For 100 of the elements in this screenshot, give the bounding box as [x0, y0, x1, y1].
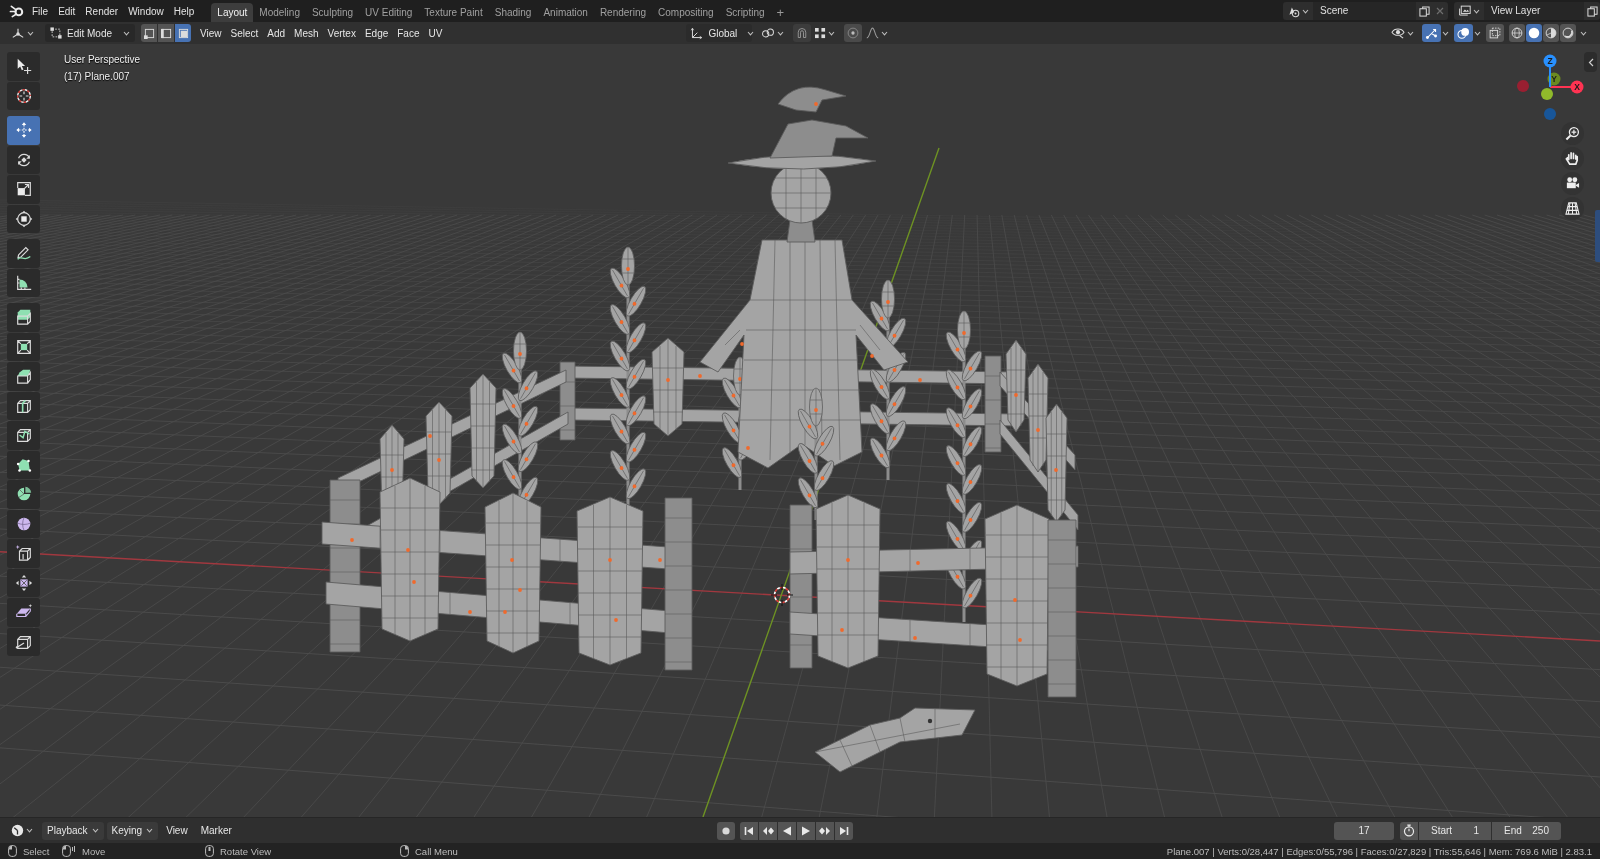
knife-cut-icon: [14, 426, 33, 445]
caret-icon: [1474, 30, 1481, 36]
view-layer-selector-button[interactable]: [1454, 2, 1484, 20]
navigation-button[interactable]: [1561, 122, 1584, 145]
tool-button[interactable]: [7, 81, 40, 110]
linked-rings-icon: [761, 27, 776, 39]
keyframe-back-icon: [762, 825, 775, 836]
rendered-sphere-icon: [1562, 27, 1574, 39]
workspace-tab[interactable]: Shading: [488, 3, 538, 22]
workspace-tab[interactable]: Compositing: [652, 3, 720, 22]
select-mode-button[interactable]: [158, 24, 174, 42]
scene-field[interactable]: Scene: [1313, 2, 1416, 20]
tool-button[interactable]: [7, 421, 40, 450]
shading-mode-button[interactable]: [1543, 24, 1559, 42]
tool-button[interactable]: [7, 204, 40, 233]
workspace-tab[interactable]: Scripting: [719, 3, 771, 22]
menu-item[interactable]: Add: [263, 25, 290, 41]
workspace-tab[interactable]: Rendering: [593, 3, 653, 22]
menu-item[interactable]: UV: [424, 25, 447, 41]
mouse-middle-click-icon: [205, 845, 214, 857]
axis-handle[interactable]: Y: [1547, 72, 1561, 88]
grid-dots-icon: [815, 27, 827, 39]
menu-dropdown[interactable]: Keying: [106, 821, 159, 840]
next-keyframe-button[interactable]: [816, 821, 835, 840]
play-button[interactable]: [797, 821, 816, 840]
logo-icon[interactable]: [9, 4, 24, 18]
jump-start-button[interactable]: [740, 821, 759, 840]
menu-item[interactable]: View: [161, 821, 193, 840]
menu-item[interactable]: Mesh: [290, 25, 323, 41]
3d-cursor-icon: [770, 583, 794, 607]
previous-keyframe-button[interactable]: [759, 821, 778, 840]
record-button[interactable]: [717, 821, 736, 840]
tool-button[interactable]: [7, 450, 40, 479]
tool-button[interactable]: [7, 303, 40, 332]
preview-range-button[interactable]: [1400, 821, 1418, 840]
menu-item[interactable]: Edge: [360, 25, 393, 41]
menu-item[interactable]: Window: [123, 3, 169, 19]
menu-item[interactable]: Help: [168, 3, 200, 19]
navigation-button[interactable]: [1561, 197, 1584, 220]
tool-button[interactable]: [7, 175, 40, 204]
menu-item[interactable]: Marker: [195, 821, 237, 840]
navigation-button[interactable]: [1561, 147, 1584, 170]
end-frame-field[interactable]: End 250: [1492, 821, 1561, 840]
tool-button[interactable]: [7, 568, 40, 597]
proportional-editing-button[interactable]: [844, 24, 863, 42]
tool-button[interactable]: [7, 391, 40, 420]
workspace-tab[interactable]: Modeling: [253, 3, 306, 22]
workspace-tab[interactable]: Animation: [537, 3, 594, 22]
menu-dropdown[interactable]: Playback: [42, 821, 104, 840]
tool-button[interactable]: [7, 598, 40, 627]
play-reverse-button[interactable]: [778, 821, 797, 840]
menu-item[interactable]: File: [27, 3, 54, 19]
menu-item[interactable]: Vertex: [323, 25, 360, 41]
menu-item[interactable]: Render: [80, 3, 124, 19]
tool-button[interactable]: [7, 627, 40, 656]
view-layer-field[interactable]: View Layer: [1484, 2, 1584, 20]
workspace-tab[interactable]: Layout: [211, 3, 254, 22]
menu-item[interactable]: Select: [226, 25, 263, 41]
tool-button[interactable]: [7, 52, 40, 81]
shading-mode-button[interactable]: [1560, 24, 1576, 42]
workspace-tab[interactable]: UV Editing: [359, 3, 419, 22]
mode-dropdown[interactable]: Edit Mode: [45, 24, 135, 42]
tool-button[interactable]: [7, 539, 40, 568]
workspace-tab[interactable]: Sculpting: [305, 3, 360, 22]
viewport-toggle-button[interactable]: [1454, 24, 1473, 42]
viewport-toggle-button[interactable]: [1486, 24, 1504, 42]
scene-selector-button[interactable]: [1283, 2, 1313, 20]
hint-label: Select: [23, 845, 50, 857]
tool-button[interactable]: [7, 480, 40, 509]
image-stack-icon: [1458, 5, 1471, 17]
tool-button[interactable]: [7, 268, 40, 297]
hint-label: Move: [82, 845, 106, 857]
start-frame-field[interactable]: Start 1: [1419, 821, 1491, 840]
axis-handle[interactable]: [1517, 80, 1529, 92]
add-workspace-button[interactable]: +: [770, 3, 791, 22]
axis-handle[interactable]: [1541, 88, 1553, 100]
axis-handle[interactable]: [1544, 108, 1556, 120]
tool-button[interactable]: [7, 509, 40, 538]
menu-item[interactable]: Edit: [53, 3, 81, 19]
menu-item[interactable]: View: [196, 25, 226, 41]
tool-button[interactable]: [7, 239, 40, 268]
select-mode-button[interactable]: [141, 24, 157, 42]
viewport-toggle-button[interactable]: [1422, 24, 1441, 42]
navigation-button[interactable]: [1561, 172, 1584, 195]
orientation-dropdown[interactable]: Global: [686, 24, 753, 42]
sidebar-toggle-button[interactable]: [1584, 52, 1597, 72]
snap-toggle-button[interactable]: [793, 24, 812, 42]
select-mode-button[interactable]: [175, 24, 191, 42]
shading-mode-button[interactable]: [1509, 24, 1525, 42]
tool-button[interactable]: [7, 332, 40, 361]
current-frame-field[interactable]: 17: [1334, 821, 1394, 840]
tool-button[interactable]: [7, 362, 40, 391]
jump-end-button[interactable]: [835, 821, 854, 840]
ruler-icon: [14, 273, 33, 292]
shading-mode-button[interactable]: [1526, 24, 1542, 42]
tool-button[interactable]: [7, 145, 40, 174]
copy-button[interactable]: [1416, 2, 1432, 20]
workspace-tab[interactable]: Texture Paint: [418, 3, 489, 22]
menu-item[interactable]: Face: [393, 25, 424, 41]
copy-button[interactable]: [1584, 2, 1600, 20]
